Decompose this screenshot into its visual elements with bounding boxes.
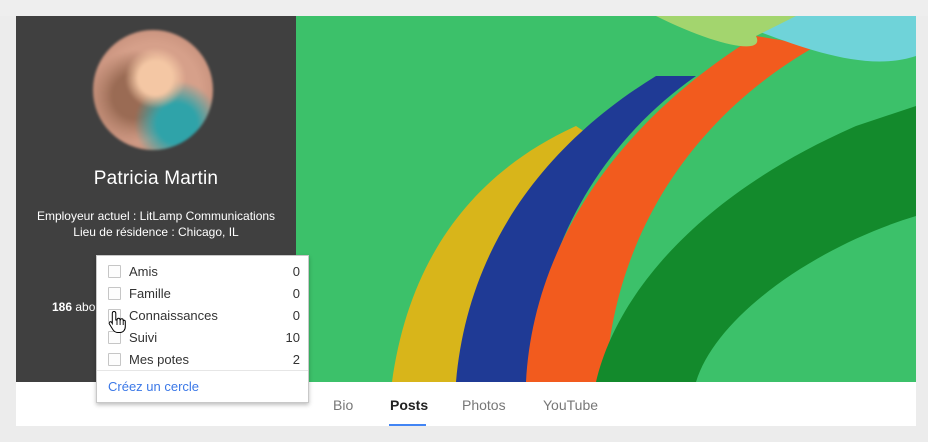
profile-tabs: Bio Posts Photos YouTube [296, 382, 916, 426]
employer-line: Employeur actuel : LitLamp Communication… [36, 209, 276, 223]
tab-bio[interactable]: Bio [333, 397, 353, 413]
circle-item-mes-potes[interactable]: Mes potes 2 [97, 349, 308, 371]
circles-dropdown: Amis 0 Famille 0 Connaissances 0 Suivi 1… [96, 255, 309, 403]
tab-photos[interactable]: Photos [462, 397, 506, 413]
checkbox[interactable] [108, 353, 121, 366]
circle-label: Mes potes [129, 352, 189, 367]
avatar[interactable] [93, 30, 213, 150]
circle-count: 2 [292, 352, 300, 367]
cover-photo [296, 16, 916, 382]
circle-count: 0 [292, 308, 300, 323]
followers-number: 186 [52, 300, 73, 314]
hand-cursor-icon [108, 310, 126, 333]
menu-divider [97, 370, 308, 371]
tab-youtube[interactable]: YouTube [543, 397, 598, 413]
tab-posts[interactable]: Posts [390, 397, 428, 413]
circle-item-amis[interactable]: Amis 0 [97, 261, 308, 283]
create-circle-link[interactable]: Créez un cercle [108, 379, 199, 394]
circle-label: Amis [129, 264, 158, 279]
circle-count: 0 [292, 264, 300, 279]
circle-count: 10 [285, 330, 300, 345]
circle-label: Connaissances [129, 308, 218, 323]
circle-item-famille[interactable]: Famille 0 [97, 283, 308, 305]
circle-item-connaissances[interactable]: Connaissances 0 [97, 305, 308, 327]
cover-artwork [296, 16, 916, 382]
circle-label: Suivi [129, 330, 158, 345]
circle-label: Famille [129, 286, 171, 301]
top-bar [0, 0, 928, 16]
residence-line: Lieu de résidence : Chicago, IL [73, 225, 239, 239]
followers-label: abo [72, 300, 96, 314]
circle-count: 0 [292, 286, 300, 301]
profile-name: Patricia Martin [93, 168, 219, 189]
active-tab-indicator [389, 424, 426, 426]
checkbox[interactable] [108, 265, 121, 278]
checkbox[interactable] [108, 287, 121, 300]
circle-item-suivi[interactable]: Suivi 10 [97, 327, 308, 349]
